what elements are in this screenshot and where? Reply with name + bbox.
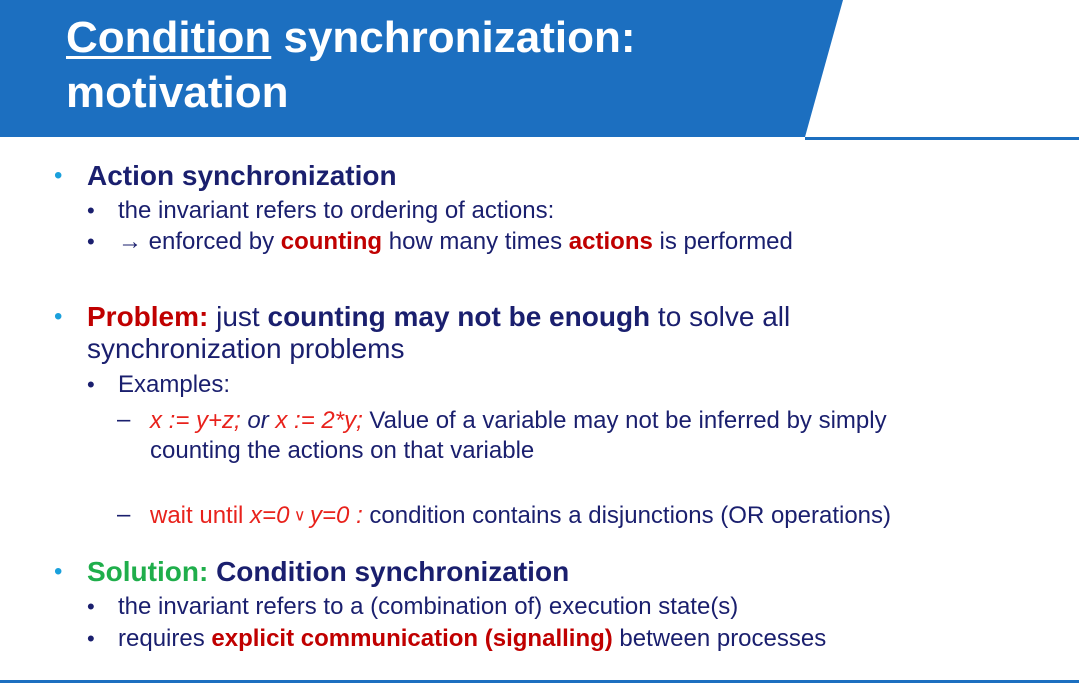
- dash-bullet: –: [117, 406, 131, 433]
- example1-line2: counting the actions on that variable: [150, 437, 535, 464]
- bullet-sub: •: [87, 198, 95, 223]
- text-run: to solve all: [650, 301, 791, 332]
- text-run: is performed: [652, 228, 793, 255]
- bullet-sub: •: [87, 372, 95, 397]
- or-symbol: ∨: [289, 507, 311, 525]
- emphasis-actions: actions: [568, 228, 653, 255]
- dash-bullet: –: [117, 501, 131, 528]
- text-run: enforced by: [142, 228, 281, 255]
- example2-wait: wait until: [150, 502, 251, 529]
- footer-rule: [0, 680, 1079, 683]
- section-problem-line2: synchronization problems: [87, 333, 405, 364]
- text-run: between processes: [612, 625, 827, 652]
- text-run: requires: [118, 625, 212, 652]
- emphasis-counting: counting: [280, 228, 383, 255]
- emphasis-explicit-communication: explicit communication (signalling): [211, 625, 613, 652]
- solution-label: Solution:: [87, 556, 209, 587]
- solution-heading: Condition synchronization: [208, 556, 570, 587]
- text-run: condition contains a disjunctions (OR op…: [362, 502, 892, 529]
- slide-body: • Action synchronization • the invariant…: [0, 0, 1079, 685]
- example2-x: x=0: [250, 502, 290, 529]
- action-sync-item2: → enforced by counting how many times ac…: [118, 227, 793, 257]
- section-solution-heading: Solution: Condition synchronization: [87, 556, 569, 588]
- section-action-sync-heading: Action synchronization: [87, 160, 397, 191]
- example2-line: wait until x=0 ∨ y=0 : condition contain…: [150, 501, 891, 532]
- text-run: how many times: [382, 228, 569, 255]
- example1-line1: x := y+z; or x := 2*y; Value of a variab…: [150, 406, 887, 436]
- text-run: Value of a variable may not be inferred …: [362, 407, 887, 434]
- bullet-sub: •: [87, 229, 95, 254]
- example2-y: y=0 :: [310, 502, 363, 529]
- bullet-main: •: [54, 558, 63, 585]
- bullet-sub: •: [87, 594, 95, 619]
- examples-label: Examples:: [118, 371, 231, 398]
- problem-label: Problem:: [87, 301, 209, 332]
- solution-item1: the invariant refers to a (combination o…: [118, 593, 739, 620]
- problem-emphasis: counting may not be enough: [267, 301, 651, 332]
- example1-or: or: [240, 407, 276, 434]
- arrow-icon: →: [118, 228, 142, 255]
- example1-code2: x := 2*y;: [275, 407, 363, 434]
- text-run: just: [208, 301, 268, 332]
- bullet-main: •: [54, 162, 63, 189]
- section-problem-line1: Problem: just counting may not be enough…: [87, 301, 790, 333]
- bullet-sub: •: [87, 626, 95, 651]
- example1-code1: x := y+z;: [150, 407, 241, 434]
- bullet-main: •: [54, 303, 63, 330]
- action-sync-item1: the invariant refers to ordering of acti…: [118, 197, 555, 224]
- solution-item2: requires explicit communication (signall…: [118, 624, 826, 654]
